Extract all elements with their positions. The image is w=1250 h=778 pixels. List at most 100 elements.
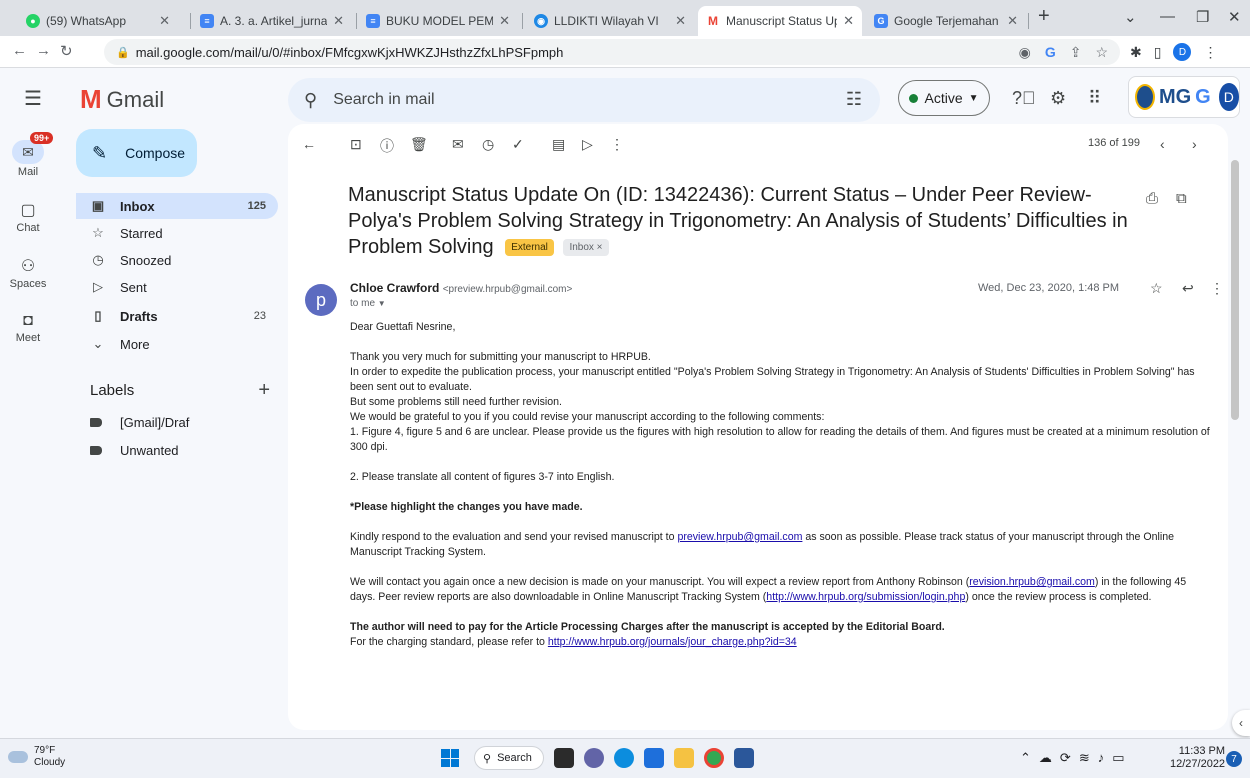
delete-icon[interactable]: 🗑 [410, 136, 428, 153]
wifi-icon[interactable]: ≋ [1079, 750, 1090, 766]
reply-icon[interactable]: ↩ [1182, 280, 1194, 297]
rail-mail[interactable]: ✉ 99+ Mail [0, 132, 56, 178]
google-lens-icon[interactable]: G [1045, 44, 1056, 61]
label-unwanted[interactable]: Unwanted [90, 443, 179, 458]
org-account-logo[interactable]: MG G D [1128, 76, 1240, 118]
tab-translate[interactable]: G Google Terjemahan ✕ [866, 6, 1026, 36]
inbox-label-chip[interactable]: Inbox × [563, 239, 609, 257]
close-window-icon[interactable]: ✕ [1228, 8, 1241, 26]
tab-manuscript-active[interactable]: M Manuscript Status Upda ✕ [698, 6, 862, 36]
notification-badge[interactable]: 7 [1226, 751, 1242, 767]
search-icon[interactable]: ⚲ [304, 90, 317, 111]
close-tab-icon[interactable]: ✕ [675, 13, 686, 29]
tab-search-chevron-icon[interactable]: ⌄ [1124, 8, 1137, 26]
recipients-toggle[interactable]: to me ▼ [350, 298, 386, 309]
chrome-icon[interactable] [704, 748, 724, 768]
status-dropdown[interactable]: Active ▼ [898, 80, 990, 116]
nav-snoozed[interactable]: ◷ Snoozed [76, 247, 278, 273]
browser-profile-avatar[interactable]: D [1173, 43, 1192, 61]
file-explorer-icon[interactable] [674, 748, 694, 768]
open-new-window-icon[interactable]: ⧉ [1176, 190, 1187, 207]
nav-inbox[interactable]: ▣ Inbox 125 [76, 193, 278, 219]
reload-icon[interactable]: ↻ [60, 42, 73, 60]
close-tab-icon[interactable]: ✕ [1007, 13, 1018, 29]
search-options-icon[interactable]: ☷ [846, 89, 862, 110]
sender-avatar[interactable]: p [305, 284, 337, 316]
volume-icon[interactable]: ♪ [1098, 750, 1105, 766]
edge-icon[interactable] [614, 748, 634, 768]
nav-more[interactable]: ⌄ More [76, 331, 278, 357]
label-gmail-draf[interactable]: [Gmail]/Draf [90, 415, 189, 430]
print-icon[interactable]: ⎙ [1146, 190, 1158, 207]
more-options-icon[interactable]: ⋮ [610, 136, 624, 153]
show-hidden-icons-icon[interactable]: ⌃ [1020, 750, 1031, 766]
star-icon[interactable]: ☆ [1150, 280, 1163, 297]
older-chevron-icon[interactable]: › [1192, 136, 1197, 152]
battery-icon[interactable]: ▭ [1112, 750, 1124, 766]
search-input[interactable]: Search in mail [333, 91, 434, 109]
tab-whatsapp[interactable]: ● (59) WhatsApp ✕ [18, 6, 178, 36]
new-tab-icon[interactable]: + [1038, 5, 1050, 28]
compose-button[interactable]: ✎ Compose [76, 129, 197, 177]
close-tab-icon[interactable]: ✕ [843, 13, 854, 29]
extensions-puzzle-icon[interactable]: ✱ [1130, 44, 1142, 61]
side-panel-icon[interactable]: ▯ [1154, 44, 1162, 61]
newer-chevron-icon[interactable]: ‹ [1160, 136, 1165, 152]
tab-lldikti[interactable]: ◉ LLDIKTI Wilayah VI ✕ [526, 6, 694, 36]
browser-menu-icon[interactable]: ⋮ [1203, 44, 1217, 61]
archive-icon[interactable]: ⊡ [350, 136, 362, 153]
rail-spaces[interactable]: ⚇ Spaces [0, 256, 56, 290]
eye-icon[interactable]: ◉ [1019, 44, 1031, 61]
report-spam-icon[interactable]: ⓘ [380, 136, 394, 156]
search-bar[interactable]: ⚲ Search in mail ☷ [288, 78, 880, 122]
side-panel-toggle-icon[interactable]: ‹ [1232, 710, 1250, 736]
label-icon[interactable]: ▷ [582, 136, 593, 153]
close-tab-icon[interactable]: ✕ [499, 13, 510, 29]
sender-name[interactable]: Chloe Crawford [350, 281, 439, 295]
weather-widget[interactable]: 79°F Cloudy [8, 745, 65, 769]
email-link[interactable]: revision.hrpub@gmail.com [969, 576, 1095, 588]
back-arrow-icon[interactable]: ← [12, 42, 27, 59]
teams-chat-icon[interactable] [584, 748, 604, 768]
windows-start-icon[interactable] [441, 749, 459, 767]
snooze-icon[interactable]: ◷ [482, 136, 494, 153]
back-to-inbox-icon[interactable]: ← [302, 136, 316, 152]
word-icon[interactable] [734, 748, 754, 768]
share-icon[interactable]: ⇪ [1070, 44, 1082, 61]
nav-sent[interactable]: ▷ Sent [76, 274, 278, 300]
task-view-icon[interactable] [554, 748, 574, 768]
scrollbar-thumb[interactable] [1231, 160, 1239, 420]
settings-gear-icon[interactable]: ⚙ [1050, 88, 1066, 109]
taskbar-clock[interactable]: 11:33 PM 12/27/2022 [1170, 745, 1225, 771]
move-to-icon[interactable]: ▤ [552, 136, 565, 153]
close-tab-icon[interactable]: ✕ [333, 13, 344, 29]
apps-grid-icon[interactable]: ⠿ [1088, 88, 1101, 109]
nav-starred[interactable]: ☆ Starred [76, 220, 278, 246]
rail-meet[interactable]: ◘ Meet [0, 312, 56, 344]
url-field[interactable]: 🔒 mail.google.com/mail/u/0/#inbox/FMfcgx… [104, 39, 1120, 65]
main-menu-icon[interactable]: ☰ [24, 86, 42, 111]
restore-icon[interactable]: ❐ [1196, 8, 1209, 26]
minimize-icon[interactable]: — [1160, 8, 1175, 25]
taskbar-search[interactable]: ⚲ Search [474, 746, 544, 770]
tab-buku[interactable]: ≡ BUKU MODEL PEMBELA ✕ [358, 6, 518, 36]
nav-drafts[interactable]: ▯ Drafts 23 [76, 303, 278, 329]
forward-arrow-icon[interactable]: → [36, 42, 51, 59]
tab-artikel[interactable]: ≡ A. 3. a. Artikel_jurnal Inte ✕ [192, 6, 352, 36]
account-avatar[interactable]: D [1218, 83, 1239, 111]
email-link[interactable]: preview.hrpub@gmail.com [677, 531, 802, 543]
mark-unread-icon[interactable]: ✉ [452, 136, 464, 153]
onedrive-cloud-icon[interactable]: ☁ [1039, 750, 1052, 766]
add-task-icon[interactable]: ✓ [512, 136, 524, 153]
help-icon[interactable]: ?⃝ [1012, 88, 1036, 109]
url-link[interactable]: http://www.hrpub.org/submission/login.ph… [766, 591, 965, 603]
gmail-logo[interactable]: M Gmail [80, 84, 164, 115]
add-label-icon[interactable]: + [258, 379, 270, 402]
close-tab-icon[interactable]: ✕ [159, 13, 170, 29]
bookmark-star-icon[interactable]: ☆ [1095, 44, 1108, 61]
url-link[interactable]: http://www.hrpub.org/journals/jour_charg… [548, 636, 797, 648]
rail-chat[interactable]: ▢ Chat [0, 200, 56, 234]
sync-icon[interactable]: ⟳ [1060, 750, 1071, 766]
store-icon[interactable] [644, 748, 664, 768]
more-message-options-icon[interactable]: ⋮ [1210, 280, 1224, 297]
